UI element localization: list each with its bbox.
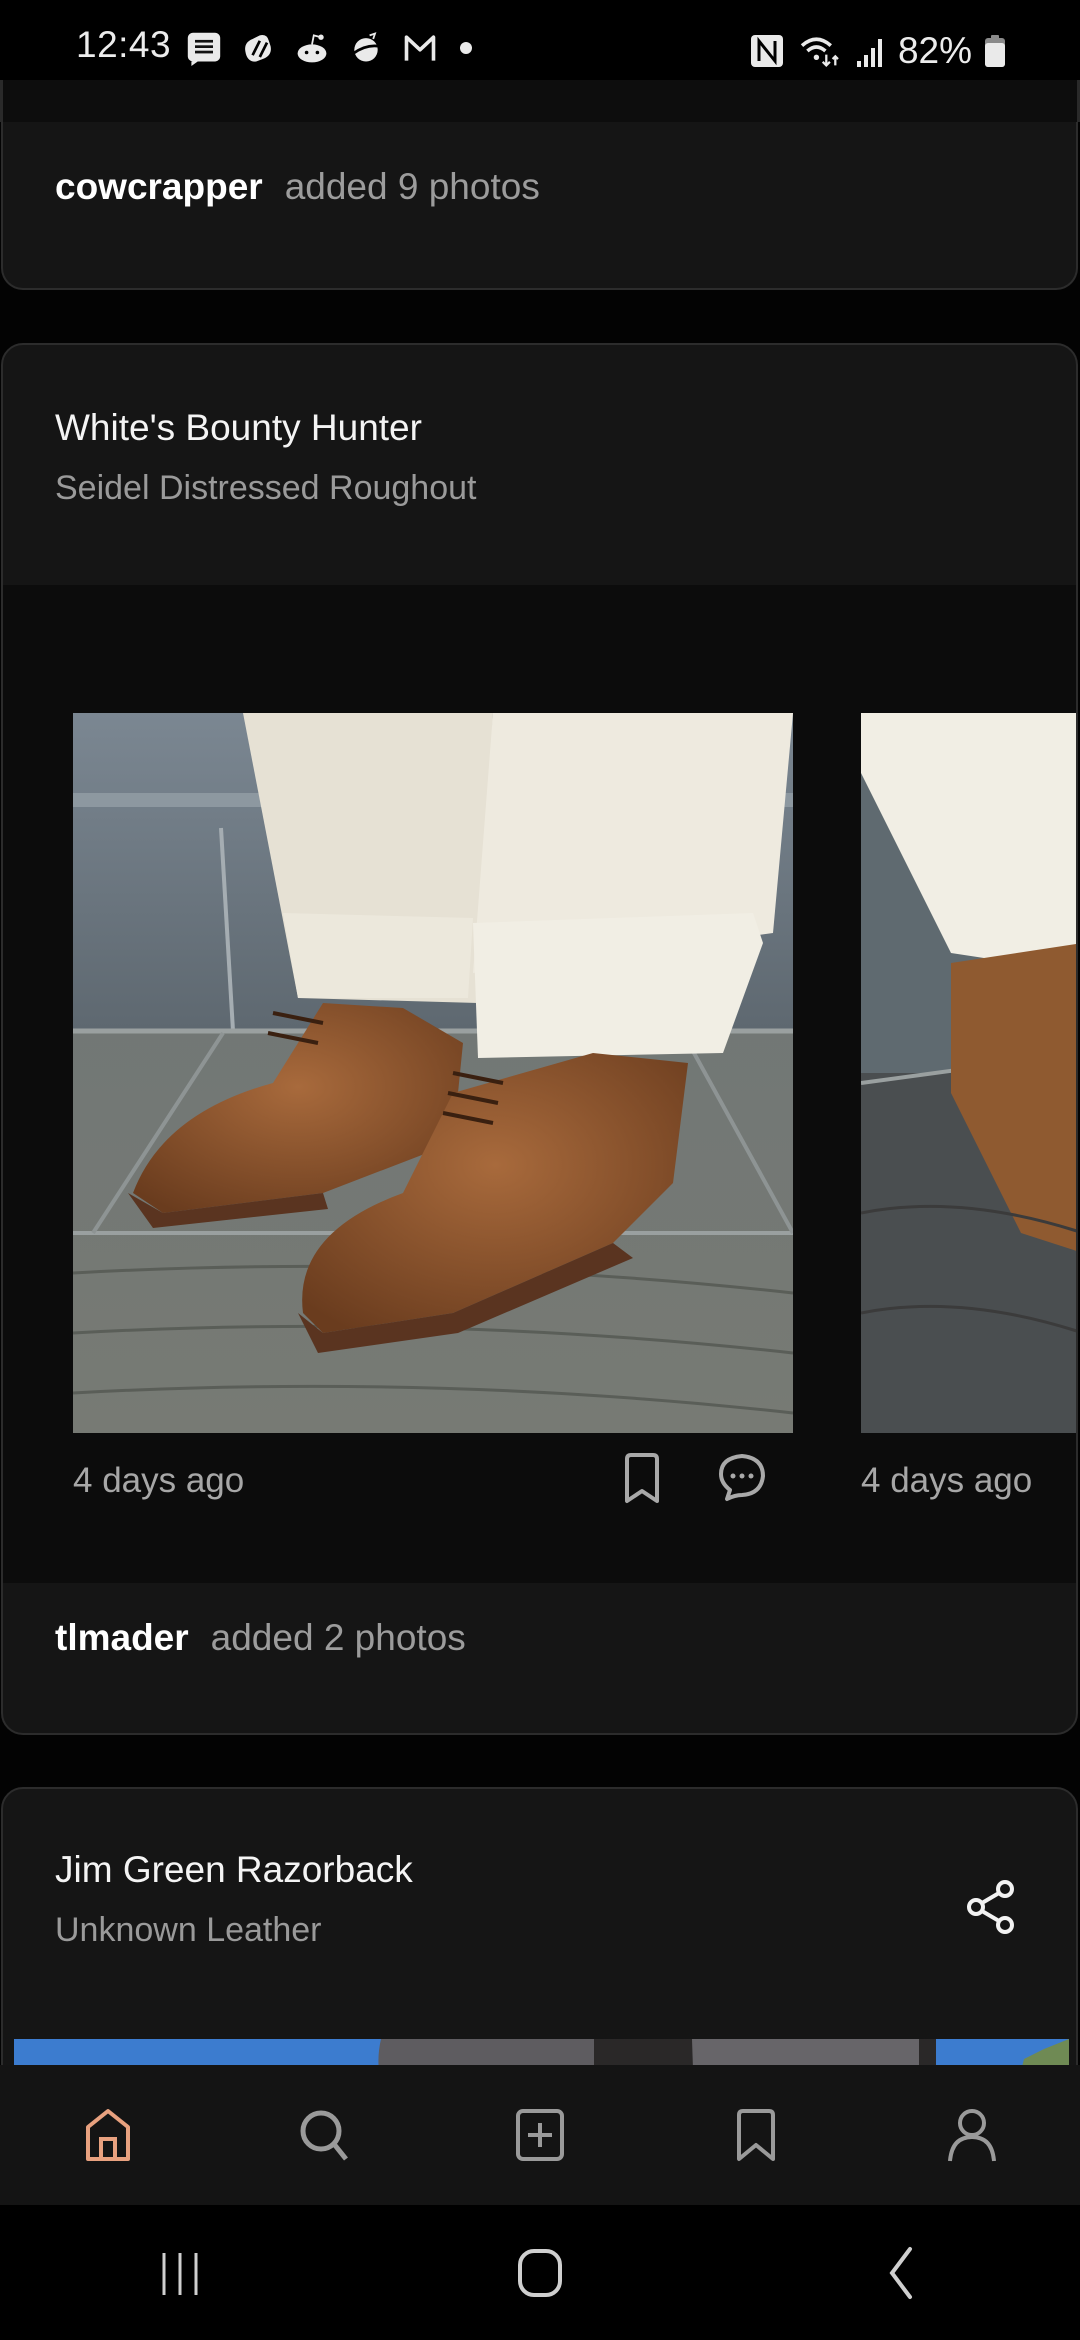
photo-2[interactable] (861, 713, 1076, 1433)
bookmark-button[interactable] (618, 1451, 666, 1505)
feed[interactable]: cowcrapper added 9 photos White's Bounty… (0, 80, 1080, 2065)
nav-profile[interactable] (864, 2065, 1080, 2205)
post-card[interactable]: Jim Green Razorback Unknown Leather (1, 1787, 1078, 2065)
planet-app-icon (346, 30, 386, 66)
nav-search[interactable] (216, 2065, 432, 2205)
slack-like-icon (238, 30, 278, 66)
activity-username[interactable]: cowcrapper (55, 166, 263, 208)
signal-icon (856, 33, 886, 69)
post-title[interactable]: White's Bounty Hunter (55, 407, 422, 449)
photo-1[interactable] (73, 713, 793, 1433)
comment-icon (719, 1454, 765, 1501)
comment-button[interactable] (715, 1451, 769, 1505)
status-bar: 12:43 82% (0, 0, 1080, 80)
bottom-navigation (0, 2065, 1080, 2205)
search-icon (300, 2110, 348, 2161)
system-navigation-bar (0, 2205, 1080, 2340)
add-post-icon (516, 2109, 564, 2161)
recents-button[interactable] (0, 2205, 360, 2340)
share-icon (967, 1880, 1014, 1934)
nav-add-post[interactable] (432, 2065, 648, 2205)
photo-timestamp: 4 days ago (73, 1461, 245, 1500)
notification-icons (184, 30, 478, 66)
activity-username[interactable]: tlmader (55, 1617, 189, 1659)
photo-gallery[interactable]: 4 days ago 4 days ago (3, 585, 1076, 1583)
home-button[interactable] (360, 2205, 720, 2340)
profile-icon (948, 2109, 996, 2162)
home-icon (86, 2109, 130, 2161)
share-button[interactable] (965, 1879, 1017, 1935)
activity-card[interactable]: cowcrapper added 9 photos (1, 122, 1078, 290)
messages-icon (184, 30, 224, 66)
bookmark-icon (737, 2109, 775, 2161)
bookmark-icon (625, 1453, 659, 1503)
back-chevron-icon (889, 2246, 912, 2299)
nav-saved[interactable] (648, 2065, 864, 2205)
recents-icon (162, 2252, 198, 2295)
gmail-icon (400, 30, 440, 66)
wifi-icon (796, 33, 844, 69)
activity-action: added 9 photos (284, 166, 540, 207)
back-button[interactable] (720, 2205, 1080, 2340)
battery-icon (984, 33, 1006, 69)
system-status-icons: 82% (750, 30, 1006, 72)
post-title[interactable]: Jim Green Razorback (55, 1849, 413, 1891)
post-photo[interactable] (14, 2039, 1069, 2065)
activity-action: added 2 photos (210, 1617, 466, 1658)
photo-timestamp: 4 days ago (861, 1461, 1033, 1500)
post-subtitle: Unknown Leather (55, 1911, 322, 1949)
activity-line: tlmader added 2 photos (55, 1617, 466, 1659)
home-circle-icon (518, 2248, 562, 2297)
reddit-icon (292, 30, 332, 66)
nav-home[interactable] (0, 2065, 216, 2205)
battery-percent: 82% (897, 30, 972, 71)
status-time: 12:43 (76, 24, 172, 65)
nfc-icon (750, 33, 784, 69)
post-subtitle: Seidel Distressed Roughout (55, 469, 477, 507)
activity-line: cowcrapper added 9 photos (55, 166, 540, 208)
previous-card-bottom (0, 80, 1080, 122)
post-card[interactable]: White's Bounty Hunter Seidel Distressed … (1, 343, 1078, 1735)
more-notifications-dot (454, 30, 478, 66)
